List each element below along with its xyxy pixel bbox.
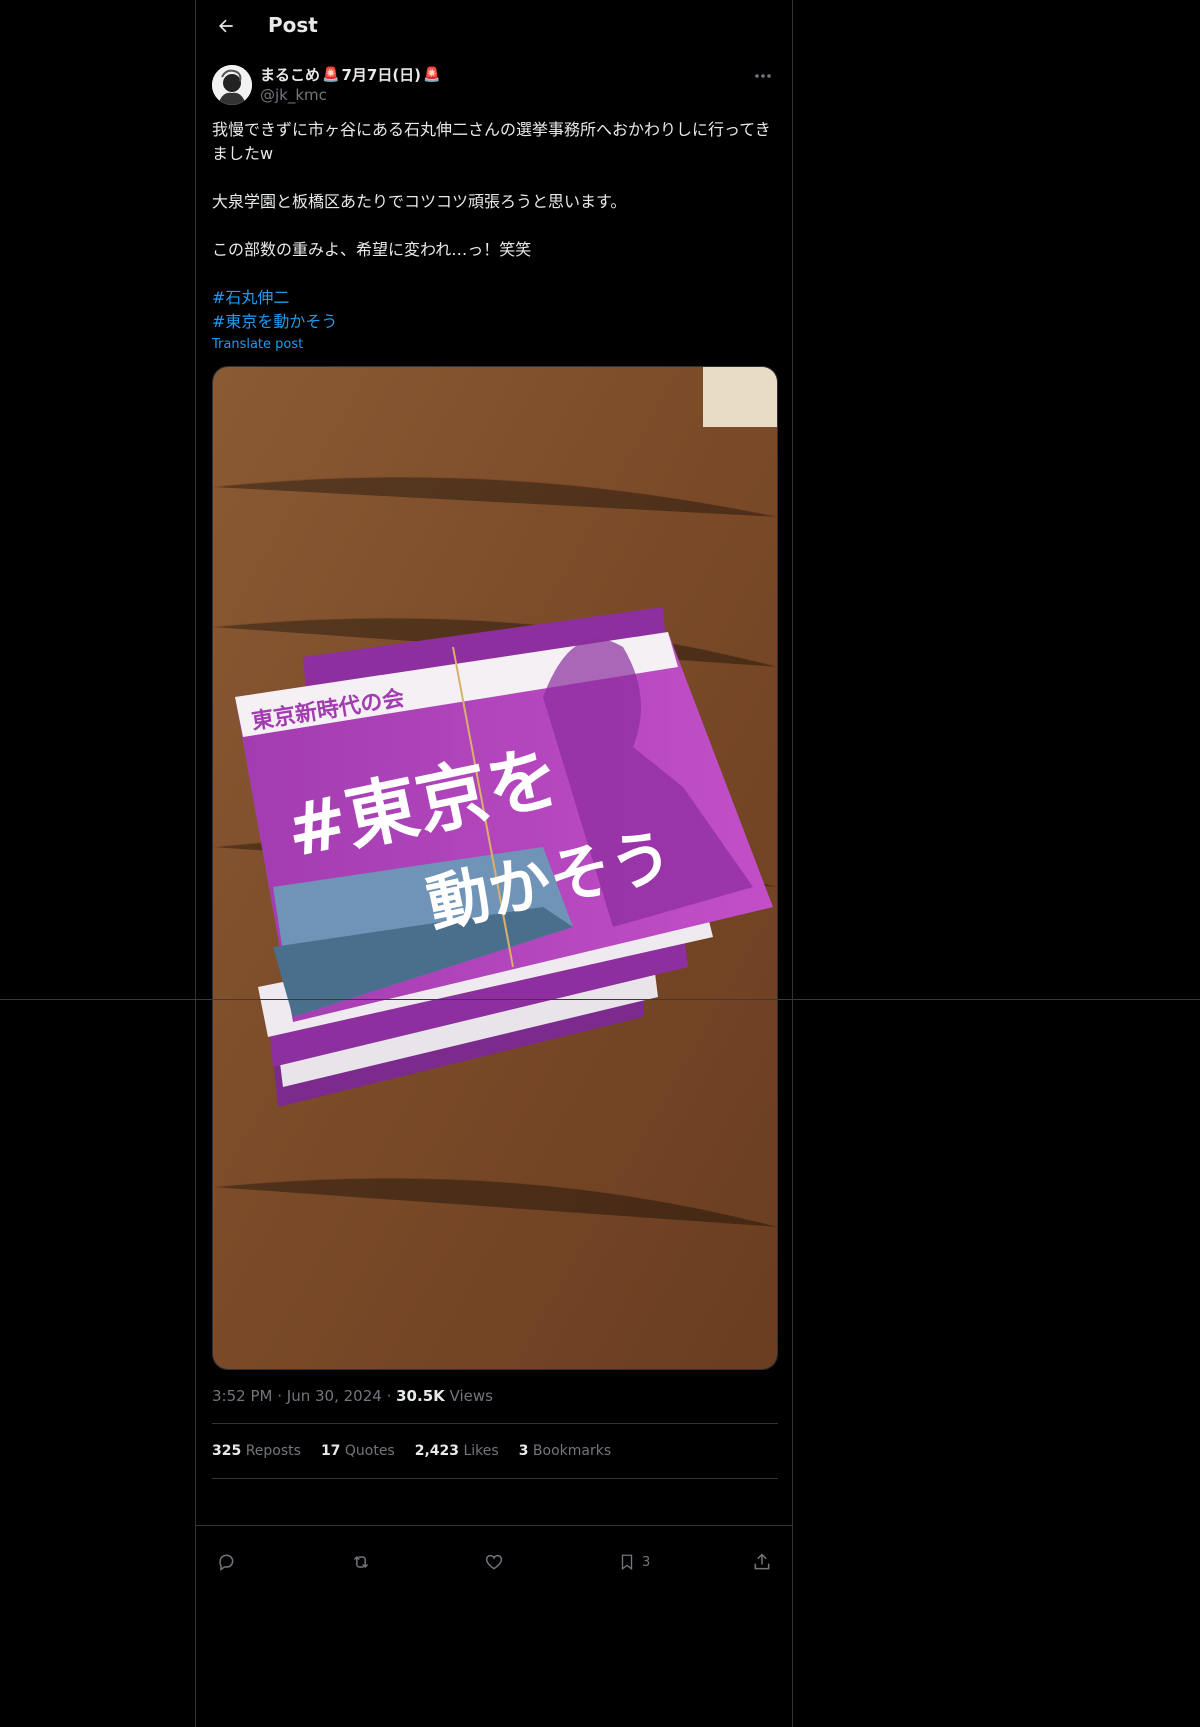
views-count: 30.5K (396, 1387, 445, 1405)
meta-separator: · (386, 1387, 397, 1405)
author-display-name[interactable]: まるこめ 🚨 7月7日(日) 🚨 (260, 64, 440, 85)
back-arrow-icon (219, 19, 233, 33)
quotes-count: 17 (320, 1443, 341, 1459)
repost-button[interactable] (350, 1548, 372, 1576)
action-bar: 3 (212, 1548, 778, 1576)
avatar[interactable] (212, 65, 252, 105)
page-header: Post (196, 0, 792, 53)
author-handle[interactable]: @jk_kmc (260, 86, 440, 104)
meta-separator: · (277, 1387, 287, 1405)
bookmark-button[interactable]: 3 (618, 1548, 650, 1576)
back-button[interactable] (212, 12, 240, 40)
views-label: Views (449, 1387, 493, 1405)
likes-label: Likes (463, 1443, 499, 1459)
quotes-stat[interactable]: 17 Quotes (321, 1443, 395, 1459)
bookmarks-count: 3 (518, 1443, 529, 1459)
flyer-stack-photo: 東京新時代の会 #東京を 動かそう (213, 367, 777, 1369)
post-date[interactable]: Jun 30, 2024 (287, 1387, 382, 1405)
main-column: Post まるこめ 🚨 7月7日(日) 🚨 @jk_kmc 我慢できずに市ヶ谷に… (195, 0, 793, 1727)
post-paragraph: 大泉学園と板橋区あたりでコツコツ頑張ろうと思います。 (212, 192, 627, 211)
bookmarks-stat[interactable]: 3 Bookmarks (519, 1443, 611, 1459)
siren-emoji-icon: 🚨 (322, 66, 340, 83)
reposts-count: 325 (212, 1443, 242, 1459)
post-image[interactable]: 東京新時代の会 #東京を 動かそう (212, 366, 778, 1370)
translate-post-link[interactable]: Translate post (212, 337, 303, 352)
more-button[interactable] (748, 66, 778, 86)
likes-count: 2,423 (414, 1443, 460, 1459)
like-icon (485, 1554, 503, 1570)
post-paragraph: この部数の重みよ、希望に変われ…っ！笑笑 (212, 240, 532, 259)
reply-button[interactable] (216, 1548, 236, 1576)
reply-icon (219, 1554, 234, 1571)
divider (196, 1525, 792, 1526)
avatar-image (212, 65, 252, 105)
repost-icon (353, 1555, 369, 1569)
post-meta: 3:52 PM · Jun 30, 2024 · 30.5K Views (212, 1387, 493, 1405)
like-button[interactable] (484, 1548, 504, 1576)
share-icon (754, 1553, 770, 1570)
author-block: まるこめ 🚨 7月7日(日) 🚨 @jk_kmc (260, 64, 440, 104)
share-button[interactable] (752, 1548, 772, 1576)
divider (212, 1423, 778, 1424)
siren-emoji-icon-2: 🚨 (423, 66, 441, 83)
post-time[interactable]: 3:52 PM (212, 1387, 272, 1405)
reposts-stat[interactable]: 325 Reposts (212, 1443, 301, 1459)
divider (212, 1478, 778, 1479)
author-name-date: 7月7日(日) (341, 66, 422, 84)
engagement-stats: 325 Reposts 17 Quotes 2,423 Likes 3 Book… (212, 1443, 611, 1459)
more-icon (755, 74, 771, 78)
bookmark-icon (621, 1554, 633, 1571)
hashtag-link[interactable]: #石丸伸二 (212, 286, 778, 310)
bookmarks-label: Bookmarks (532, 1443, 612, 1459)
screen-divider-line (0, 999, 1200, 1000)
hashtag-link[interactable]: #東京を動かそう (212, 310, 778, 334)
quotes-label: Quotes (344, 1443, 395, 1459)
post-text: 我慢できずに市ヶ谷にある石丸伸二さんの選挙事務所へおかわりしに行ってきましたw … (212, 118, 778, 334)
reposts-label: Reposts (245, 1443, 301, 1459)
page-title: Post (268, 13, 318, 37)
bookmark-count: 3 (642, 1554, 651, 1570)
author-name: まるこめ (260, 66, 321, 84)
post-paragraph: 我慢できずに市ヶ谷にある石丸伸二さんの選挙事務所へおかわりしに行ってきましたw (212, 120, 771, 163)
likes-stat[interactable]: 2,423 Likes (415, 1443, 499, 1459)
